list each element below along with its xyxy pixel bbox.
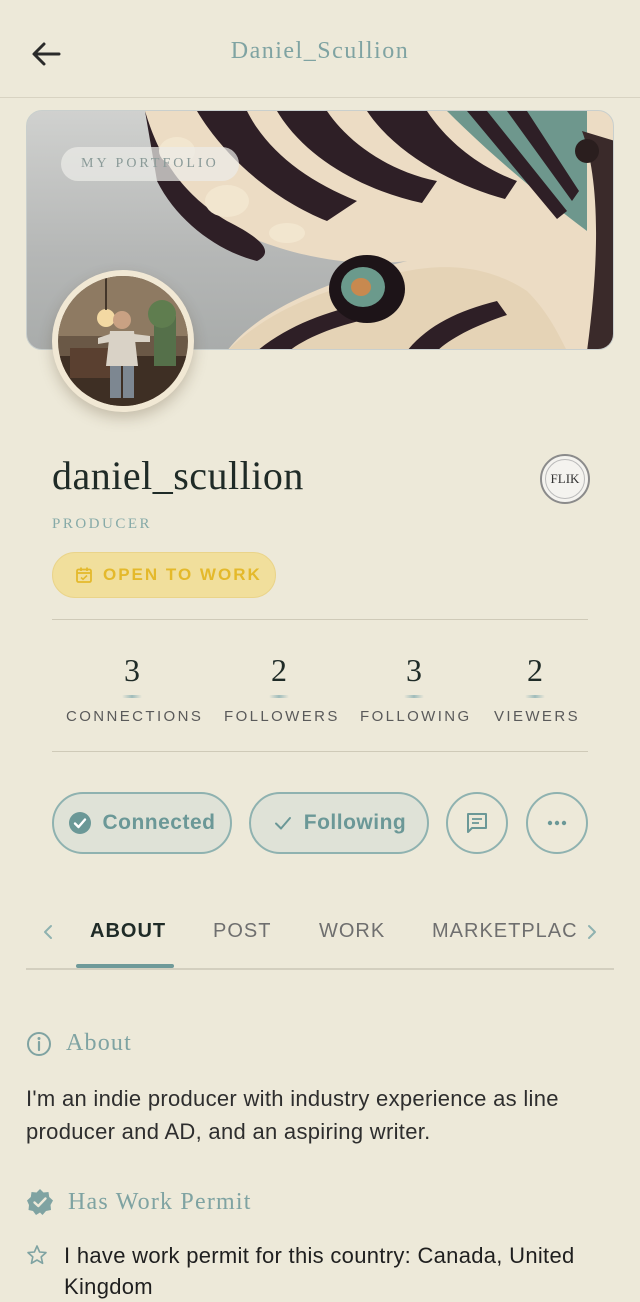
- about-section-header: About: [26, 1030, 132, 1057]
- stat-value: 3: [66, 640, 198, 700]
- check-circle-icon: [69, 812, 92, 834]
- check-icon: [274, 817, 291, 830]
- calendar-check-icon: [76, 567, 92, 583]
- profile-tabs: ABOUT POST WORK MARKETPLACE: [26, 900, 614, 970]
- profile-stats: 3 CONNECTIONS 2 FOLLOWERS 3 FOLLOWING 2 …: [52, 640, 588, 740]
- tab-about[interactable]: ABOUT: [90, 920, 166, 943]
- flik-badge-label: FLIK: [550, 471, 580, 486]
- connected-button[interactable]: Connected: [52, 792, 232, 854]
- stat-value: 2: [494, 640, 576, 700]
- message-button[interactable]: [446, 792, 508, 854]
- stat-label: VIEWERS: [494, 708, 580, 725]
- tabs-scroll-right-button[interactable]: [580, 920, 604, 944]
- stat-following[interactable]: 3 FOLLOWING: [360, 640, 472, 725]
- tab-post[interactable]: POST: [213, 920, 271, 943]
- active-tab-indicator: [76, 964, 174, 968]
- tabs-scroll-left-button[interactable]: [36, 920, 60, 944]
- tab-marketplace[interactable]: MARKETPLACE: [432, 920, 578, 943]
- about-text: I'm an indie producer with industry expe…: [26, 1086, 559, 1144]
- divider: [52, 751, 588, 752]
- tab-marketplace-clip: MARKETPLACE: [432, 920, 578, 950]
- permit-heading: Has Work Permit: [68, 1188, 252, 1215]
- page-title: Daniel_Scullion: [230, 38, 410, 64]
- star-icon: [27, 1245, 47, 1265]
- my-portfolio-button[interactable]: MY PORTFOLIO: [61, 147, 239, 181]
- tab-work[interactable]: WORK: [319, 920, 385, 943]
- more-dots-icon: [547, 820, 567, 826]
- verified-badge-icon: [27, 1189, 53, 1215]
- stat-label: FOLLOWERS: [224, 708, 340, 725]
- chevron-right-icon: [588, 925, 596, 939]
- profile-actions: Connected Following: [52, 792, 588, 854]
- flik-badge[interactable]: FLIK: [540, 454, 590, 504]
- top-bar: Daniel_Scullion: [0, 0, 640, 98]
- chevron-left-icon: [44, 925, 52, 939]
- profile-username: daniel_scullion: [52, 453, 304, 498]
- info-icon: [27, 1031, 51, 1056]
- permit-text: I have work permit for this country: Can…: [64, 1243, 575, 1299]
- message-icon: [467, 813, 487, 833]
- stat-followers[interactable]: 2 FOLLOWERS: [224, 640, 340, 725]
- following-label: Following: [303, 811, 407, 834]
- stat-label: CONNECTIONS: [66, 708, 204, 725]
- stat-value: 3: [360, 640, 468, 700]
- following-button[interactable]: Following: [249, 792, 429, 854]
- stat-label: FOLLOWING: [360, 708, 472, 725]
- connected-label: Connected: [102, 811, 216, 834]
- stat-value: 2: [224, 640, 334, 700]
- open-to-work-badge[interactable]: OPEN TO WORK: [52, 552, 276, 598]
- about-heading: About: [66, 1030, 132, 1056]
- divider: [52, 619, 588, 620]
- permit-section-header: Has Work Permit: [26, 1188, 252, 1216]
- stat-connections[interactable]: 3 CONNECTIONS: [66, 640, 204, 725]
- more-options-button[interactable]: [526, 792, 588, 854]
- profile-role: PRODUCER: [52, 516, 153, 532]
- permit-item: I have work permit for this country: Can…: [26, 1240, 606, 1302]
- person-photo-image: [58, 276, 188, 406]
- profile-photo: [58, 276, 188, 406]
- stat-viewers[interactable]: 2 VIEWERS: [494, 640, 580, 725]
- open-to-work-label: OPEN TO WORK: [103, 565, 262, 584]
- avatar[interactable]: [52, 270, 194, 412]
